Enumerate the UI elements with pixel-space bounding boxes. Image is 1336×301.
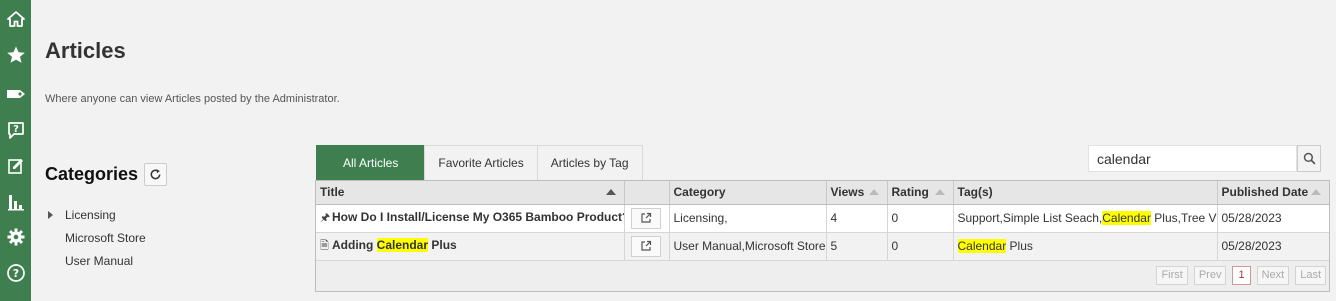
bar-chart-icon[interactable] xyxy=(5,191,26,212)
category-cell: User Manual,Microsoft Store, xyxy=(669,232,827,261)
search-icon xyxy=(1303,152,1315,165)
column-header-tags[interactable]: Tag(s) xyxy=(953,181,1218,205)
refresh-categories-button[interactable] xyxy=(144,163,168,186)
category-label: User Manual xyxy=(65,254,134,268)
category-item-microsoft-store[interactable]: Microsoft Store xyxy=(45,231,146,254)
tab-favorite-articles[interactable]: Favorite Articles xyxy=(424,145,538,180)
published-date-cell: 05/28/2023 xyxy=(1217,204,1329,233)
search-button[interactable] xyxy=(1297,145,1321,172)
pager: First Prev 1 Next Last xyxy=(1156,266,1326,285)
tags-cell: Calendar Plus xyxy=(953,232,1218,261)
categories-title: Categories xyxy=(45,164,139,184)
column-header-published-date[interactable]: Published Date xyxy=(1217,181,1329,205)
pin-icon: 🖈 xyxy=(320,211,331,224)
categories-header: Categories xyxy=(45,163,168,186)
views-cell: 4 xyxy=(826,204,888,233)
external-link-icon xyxy=(640,240,651,251)
category-label: Microsoft Store xyxy=(65,231,146,245)
column-header-views[interactable]: Views xyxy=(826,181,888,205)
pager-current-page[interactable]: 1 xyxy=(1232,266,1251,285)
tab-articles-by-tag[interactable]: Articles by Tag xyxy=(536,145,643,180)
gear-icon[interactable] xyxy=(5,226,26,247)
pager-first-button[interactable]: First xyxy=(1156,266,1188,285)
pager-next-button[interactable]: Next xyxy=(1256,266,1290,285)
page-subtitle: Where anyone can view Articles posted by… xyxy=(45,93,340,105)
sort-icon xyxy=(934,189,945,195)
category-label: Licensing xyxy=(65,208,116,222)
tag-icon[interactable] xyxy=(5,83,26,104)
search-input[interactable] xyxy=(1088,145,1297,172)
table-row[interactable]: 🖈 How Do I Install/License My O365 Bamboo… xyxy=(316,204,1329,233)
svg-text:?: ? xyxy=(13,124,19,135)
open-cell xyxy=(624,232,670,261)
column-header-rating[interactable]: Rating xyxy=(887,181,954,205)
sort-ascending-icon xyxy=(605,189,616,195)
open-article-button[interactable] xyxy=(630,235,661,257)
column-header-category[interactable]: Category xyxy=(669,181,827,205)
open-cell xyxy=(624,204,670,233)
table-row[interactable]: 🗎 Adding Calendar Plus User Manual,Micros… xyxy=(316,232,1329,261)
rating-cell: 0 xyxy=(887,232,954,261)
article-title-cell[interactable]: 🖈 How Do I Install/License My O365 Bamboo… xyxy=(316,204,625,233)
refresh-icon xyxy=(150,169,161,180)
open-article-button[interactable] xyxy=(630,207,661,229)
edit-note-icon[interactable] xyxy=(5,155,26,176)
page-title: Articles xyxy=(45,38,126,63)
help-circle-icon[interactable]: ? xyxy=(5,262,26,283)
star-icon[interactable] xyxy=(5,44,26,65)
tags-cell: Support,Simple List Seach,Calendar Plus,… xyxy=(953,204,1218,233)
expand-caret-icon[interactable] xyxy=(48,211,53,219)
article-tabs: All Articles Favorite Articles Articles … xyxy=(316,145,643,180)
sidebar: ? ? xyxy=(0,0,31,301)
category-cell: Licensing, xyxy=(669,204,827,233)
sort-icon xyxy=(868,189,879,195)
pager-prev-button[interactable]: Prev xyxy=(1193,266,1227,285)
search-highlight: Calendar xyxy=(376,237,429,252)
document-icon: 🗎 xyxy=(320,239,329,252)
category-item-licensing[interactable]: Licensing xyxy=(45,208,146,231)
search-highlight: Calendar xyxy=(957,239,1007,253)
tab-all-articles[interactable]: All Articles xyxy=(316,145,426,180)
sort-icon xyxy=(1311,189,1321,195)
column-header-actions xyxy=(624,181,670,205)
article-title-cell[interactable]: 🗎 Adding Calendar Plus xyxy=(316,232,625,261)
articles-grid: Title Category Views Rating Tag(s) Publi… xyxy=(315,180,1330,292)
views-cell: 5 xyxy=(826,232,888,261)
svg-text:?: ? xyxy=(12,267,18,280)
column-header-title[interactable]: Title xyxy=(316,181,625,205)
category-item-user-manual[interactable]: User Manual xyxy=(45,254,146,277)
search-highlight: Calendar xyxy=(1102,211,1151,225)
pager-last-button[interactable]: Last xyxy=(1295,266,1326,285)
published-date-cell: 05/28/2023 xyxy=(1217,232,1329,261)
search-box xyxy=(1088,145,1321,172)
rating-cell: 0 xyxy=(887,204,954,233)
category-list: Licensing Microsoft Store User Manual xyxy=(45,208,146,277)
question-chat-icon[interactable]: ? xyxy=(5,119,26,140)
home-icon[interactable] xyxy=(5,8,26,29)
external-link-icon xyxy=(640,212,651,223)
